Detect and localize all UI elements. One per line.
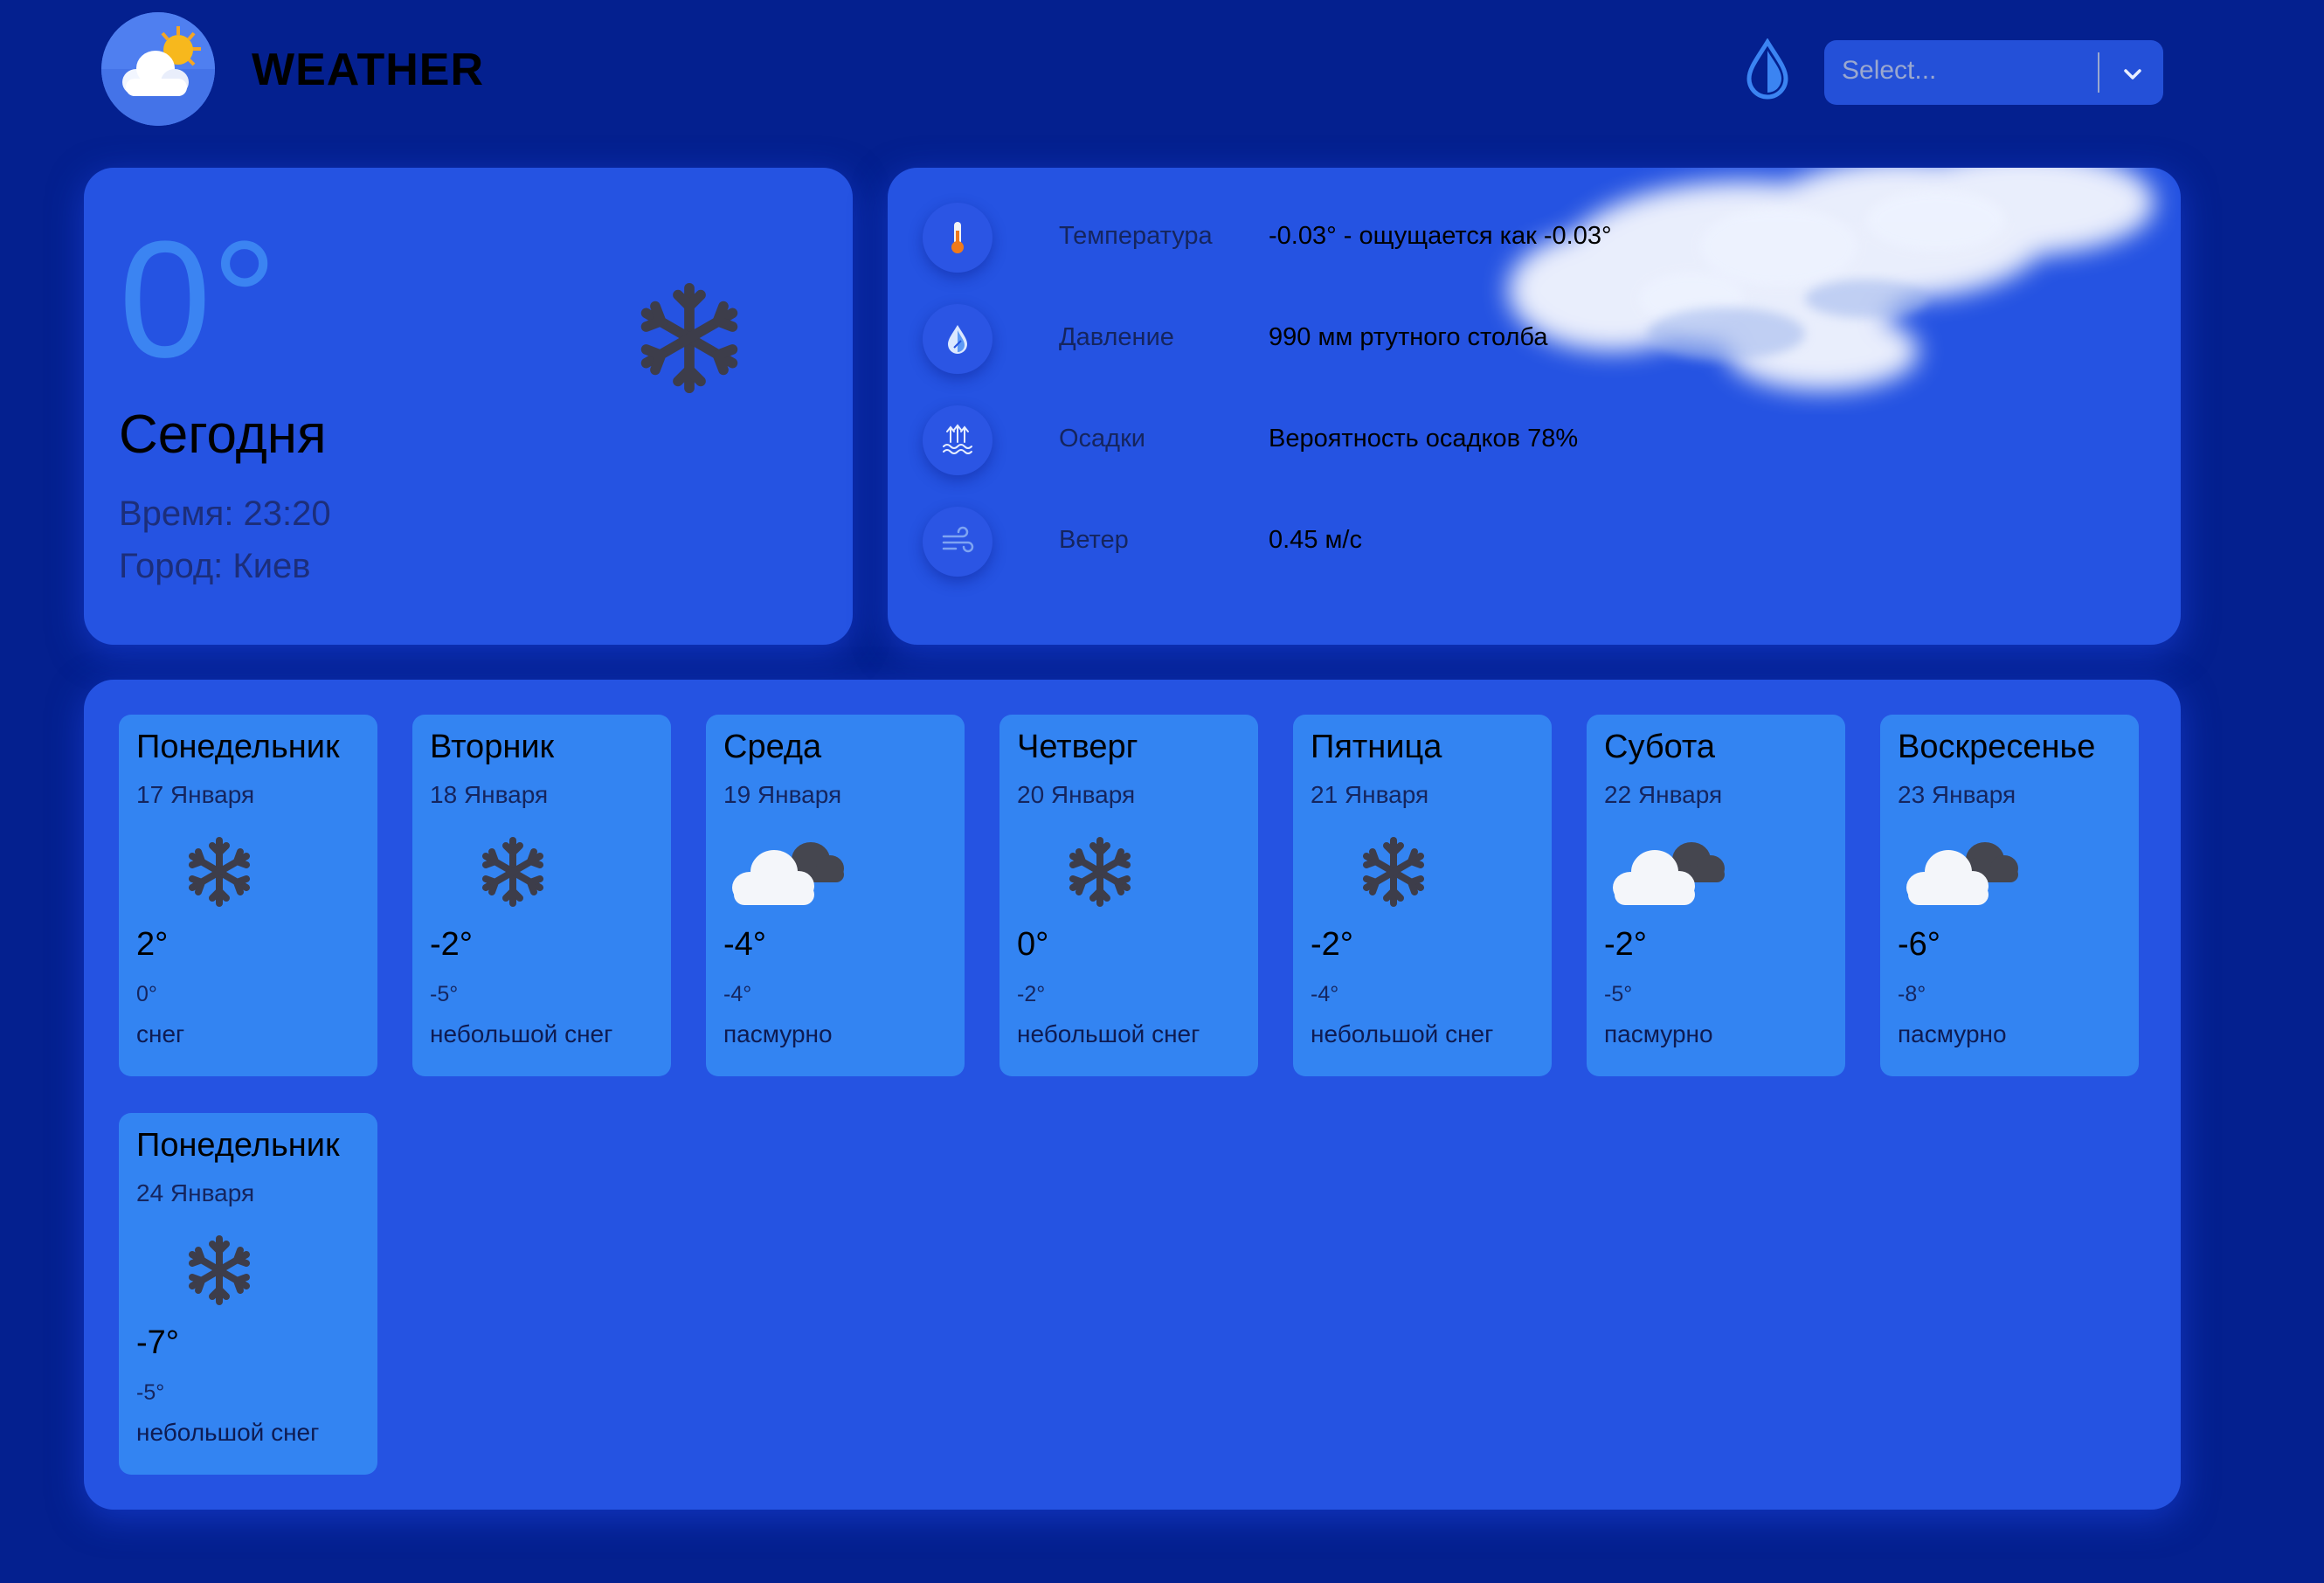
forecast-date: 18 Января	[430, 781, 549, 808]
detail-label: Температура	[1059, 222, 1213, 250]
forecast-date: 22 Января	[1604, 781, 1723, 808]
detail-value: 0.45 м/с	[1269, 526, 1362, 554]
forecast-day-card[interactable]: Вторник 18 Января -2° -5° небольшой снег	[412, 715, 671, 1076]
forecast-panel: Понедельник 17 Января 2° 0° снег Вторник…	[84, 680, 2181, 1510]
forecast-day-name: Воскресенье	[1898, 729, 2096, 765]
forecast-day-name: Вторник	[430, 729, 555, 765]
forecast-temp: 2°	[136, 926, 169, 963]
forecast-day-card[interactable]: Среда 19 Января -4° -4° пасмурно	[706, 715, 965, 1076]
detail-label: Осадки	[1059, 425, 1145, 453]
select-separator	[2098, 52, 2099, 93]
detail-row-pressure: Давление 990 мм ртутного столба	[923, 295, 2146, 391]
forecast-min-temp: 0°	[136, 982, 157, 1006]
forecast-min-temp: -5°	[1604, 982, 1633, 1006]
forecast-day-card[interactable]: Субота 22 Января -2° -5° пасмурно	[1587, 715, 1845, 1076]
forecast-day-card[interactable]: Четверг 20 Января 0° -2° небольшой снег	[999, 715, 1258, 1076]
theme-toggle-button[interactable]	[1742, 38, 1793, 100]
current-temperature: 0°	[119, 207, 278, 392]
forecast-date: 20 Января	[1017, 781, 1136, 808]
forecast-temp: -2°	[1604, 926, 1647, 963]
forecast-date: 23 Января	[1898, 781, 2016, 808]
pressure-drop-icon	[948, 325, 967, 354]
detail-row-wind: Ветер 0.45 м/с	[923, 498, 2146, 594]
forecast-description: небольшой снег	[430, 1020, 613, 1047]
forecast-date: 19 Января	[723, 781, 842, 808]
forecast-temp: -4°	[723, 926, 766, 963]
overcast-clouds-icon	[732, 842, 844, 905]
forecast-day-card[interactable]: Воскресенье 23 Января -6° -8° пасмурно	[1880, 715, 2139, 1076]
forecast-min-temp: -8°	[1898, 982, 1926, 1006]
today-card: 0° Сегодня Время: 23:20 Город: Киев	[84, 168, 853, 645]
forecast-day-name: Субота	[1604, 729, 1716, 765]
forecast-min-temp: -2°	[1017, 982, 1046, 1006]
forecast-temp: 0°	[1017, 926, 1049, 963]
forecast-day-name: Понедельник	[136, 729, 340, 765]
forecast-day-name: Понедельник	[136, 1127, 340, 1164]
forecast-date: 17 Января	[136, 781, 255, 808]
overcast-clouds-icon	[1906, 842, 2018, 905]
forecast-day-card[interactable]: Понедельник 17 Января 2° 0° снег	[119, 715, 377, 1076]
detail-row-precipitation: Осадки Вероятность осадков 78%	[923, 397, 2146, 493]
city-select[interactable]: Select...	[1824, 40, 2163, 105]
forecast-temp: -6°	[1898, 926, 1940, 963]
sun-cloud-icon	[101, 12, 215, 126]
forecast-date: 24 Января	[136, 1179, 255, 1206]
snowflake-icon	[640, 282, 738, 394]
snowflake-icon	[1069, 837, 1131, 907]
detail-value: -0.03° - ощущается как -0.03°	[1269, 222, 1612, 250]
forecast-min-temp: -4°	[723, 982, 752, 1006]
forecast-min-temp: -4°	[1311, 982, 1339, 1006]
select-placeholder: Select...	[1842, 56, 1937, 85]
overcast-clouds-icon	[1613, 842, 1725, 905]
forecast-temp: -2°	[1311, 926, 1353, 963]
forecast-description: небольшой снег	[1311, 1020, 1494, 1047]
forecast-temp: -7°	[136, 1324, 179, 1361]
logo	[101, 12, 215, 126]
forecast-description: небольшой снег	[136, 1419, 320, 1446]
forecast-description: пасмурно	[723, 1020, 833, 1047]
current-time: Время: 23:20	[119, 494, 331, 533]
detail-icon-wrap	[923, 405, 993, 475]
forecast-day-card[interactable]: Пятница 21 Января -2° -4° небольшой снег	[1293, 715, 1552, 1076]
current-city: Город: Киев	[119, 547, 311, 585]
today-label: Сегодня	[119, 404, 327, 465]
snowflake-icon	[189, 1235, 250, 1305]
app-title: WEATHER	[252, 45, 485, 95]
detail-label: Давление	[1059, 323, 1174, 351]
forecast-date: 21 Января	[1311, 781, 1429, 808]
forecast-day-name: Среда	[723, 729, 822, 765]
snowflake-icon	[482, 837, 543, 907]
detail-value: 990 мм ртутного столба	[1269, 323, 1548, 351]
detail-icon-wrap	[923, 507, 993, 577]
forecast-temp: -2°	[430, 926, 473, 963]
forecast-description: снег	[136, 1020, 185, 1047]
snowflake-icon	[1363, 837, 1424, 907]
detail-icon-wrap	[923, 304, 993, 374]
forecast-day-name: Пятница	[1311, 729, 1442, 765]
detail-icon-wrap	[923, 203, 993, 273]
detail-row-temperature: Температура -0.03° - ощущается как -0.03…	[923, 194, 2146, 290]
forecast-day-name: Четверг	[1017, 729, 1138, 765]
detail-label: Ветер	[1059, 526, 1129, 554]
details-card: Температура -0.03° - ощущается как -0.03…	[888, 168, 2181, 645]
chevron-down-icon[interactable]	[2120, 61, 2146, 87]
wind-icon	[942, 526, 974, 553]
forecast-min-temp: -5°	[430, 982, 459, 1006]
forecast-description: небольшой снег	[1017, 1020, 1200, 1047]
forecast-day-card[interactable]: Понедельник 24 Января -7° -5° небольшой …	[119, 1113, 377, 1475]
forecast-description: пасмурно	[1604, 1020, 1713, 1047]
snowflake-icon	[189, 837, 250, 907]
precipitation-icon	[943, 424, 972, 454]
forecast-description: пасмурно	[1898, 1020, 2007, 1047]
detail-value: Вероятность осадков 78%	[1269, 425, 1579, 453]
water-drop-icon	[1746, 38, 1788, 100]
thermometer-icon	[951, 222, 964, 253]
forecast-min-temp: -5°	[136, 1380, 165, 1405]
